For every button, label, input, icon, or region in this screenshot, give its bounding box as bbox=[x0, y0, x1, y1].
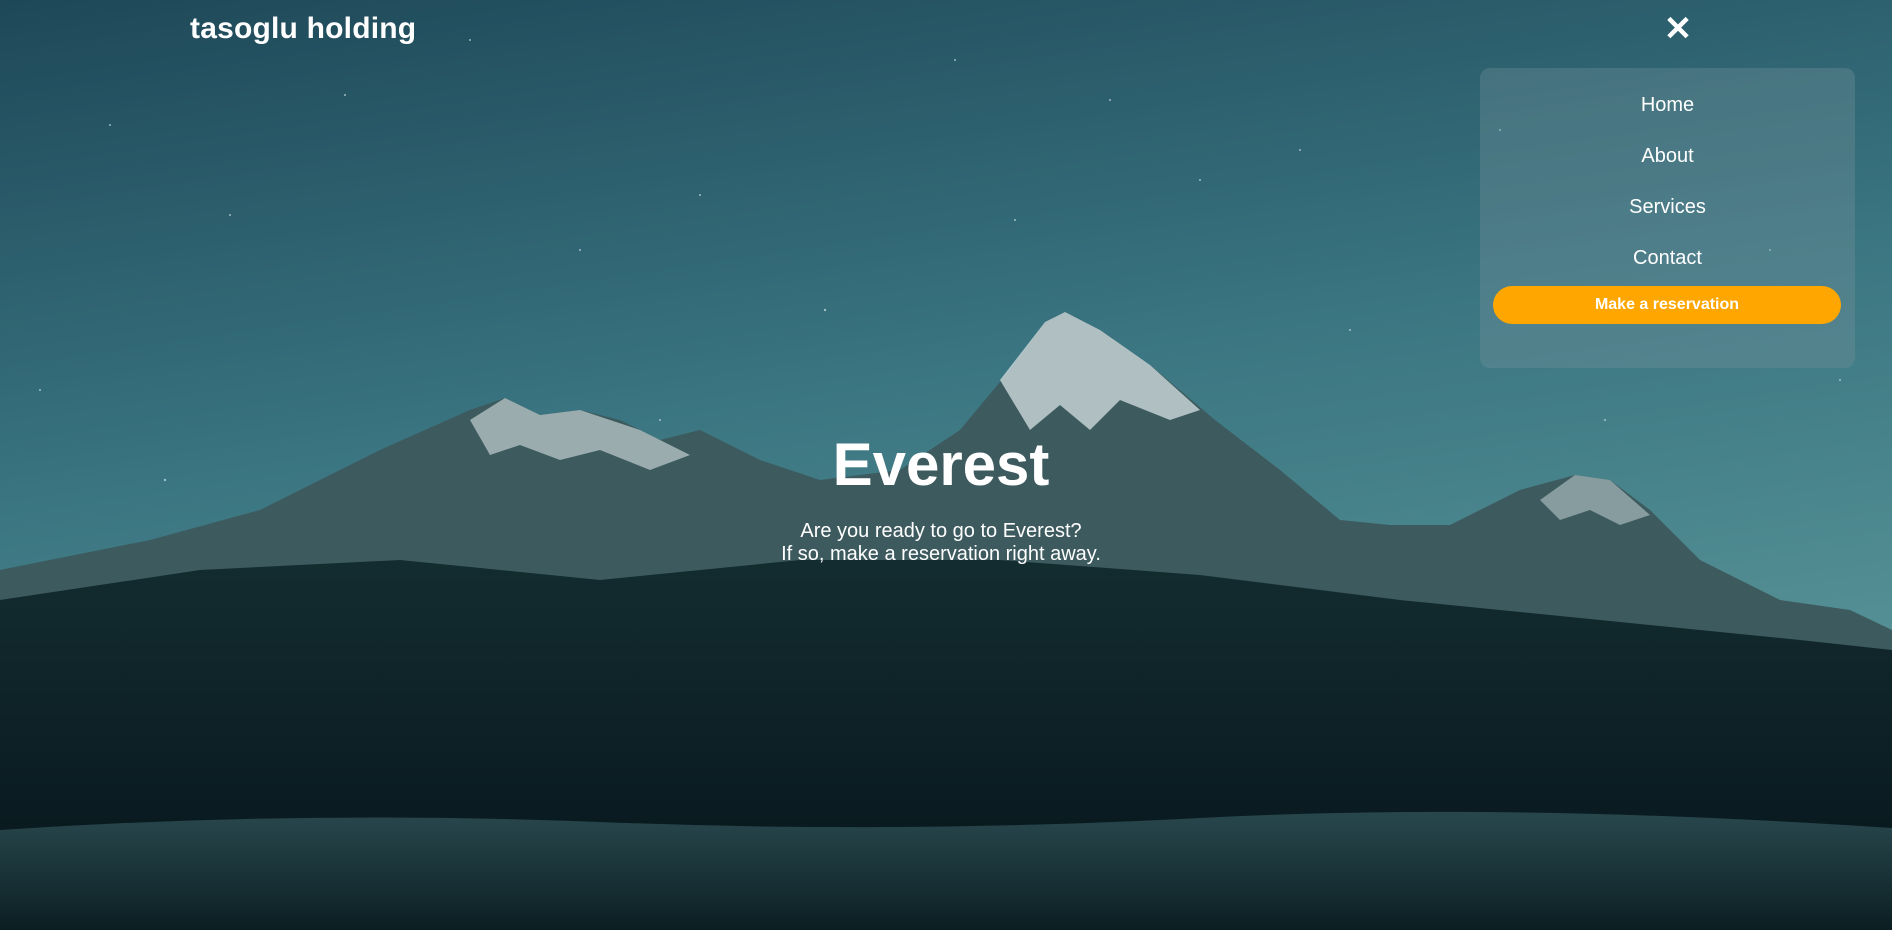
page: tasoglu holding ✕ Home About Services Co… bbox=[0, 0, 1892, 930]
menu-item-services[interactable]: Services bbox=[1480, 182, 1855, 233]
close-icon[interactable]: ✕ bbox=[1662, 12, 1694, 46]
hero-subtitle-line-1: Are you ready to go to Everest? bbox=[800, 520, 1082, 542]
menu-item-contact[interactable]: Contact bbox=[1480, 233, 1855, 284]
menu-list: Home About Services Contact bbox=[1480, 80, 1855, 284]
dropdown-menu-panel: Home About Services Contact Make a reser… bbox=[1480, 68, 1855, 368]
menu-item-home[interactable]: Home bbox=[1480, 80, 1855, 131]
hero-title: Everest bbox=[832, 431, 1050, 498]
hero-subtitle-line-2: If so, make a reservation right away. bbox=[781, 543, 1101, 565]
menu-item-about[interactable]: About bbox=[1480, 131, 1855, 182]
make-reservation-button[interactable]: Make a reservation bbox=[1493, 286, 1841, 324]
hero-subtitle: Are you ready to go to Everest? If so, m… bbox=[0, 520, 1882, 566]
brand-logo-text[interactable]: tasoglu holding bbox=[190, 12, 416, 46]
